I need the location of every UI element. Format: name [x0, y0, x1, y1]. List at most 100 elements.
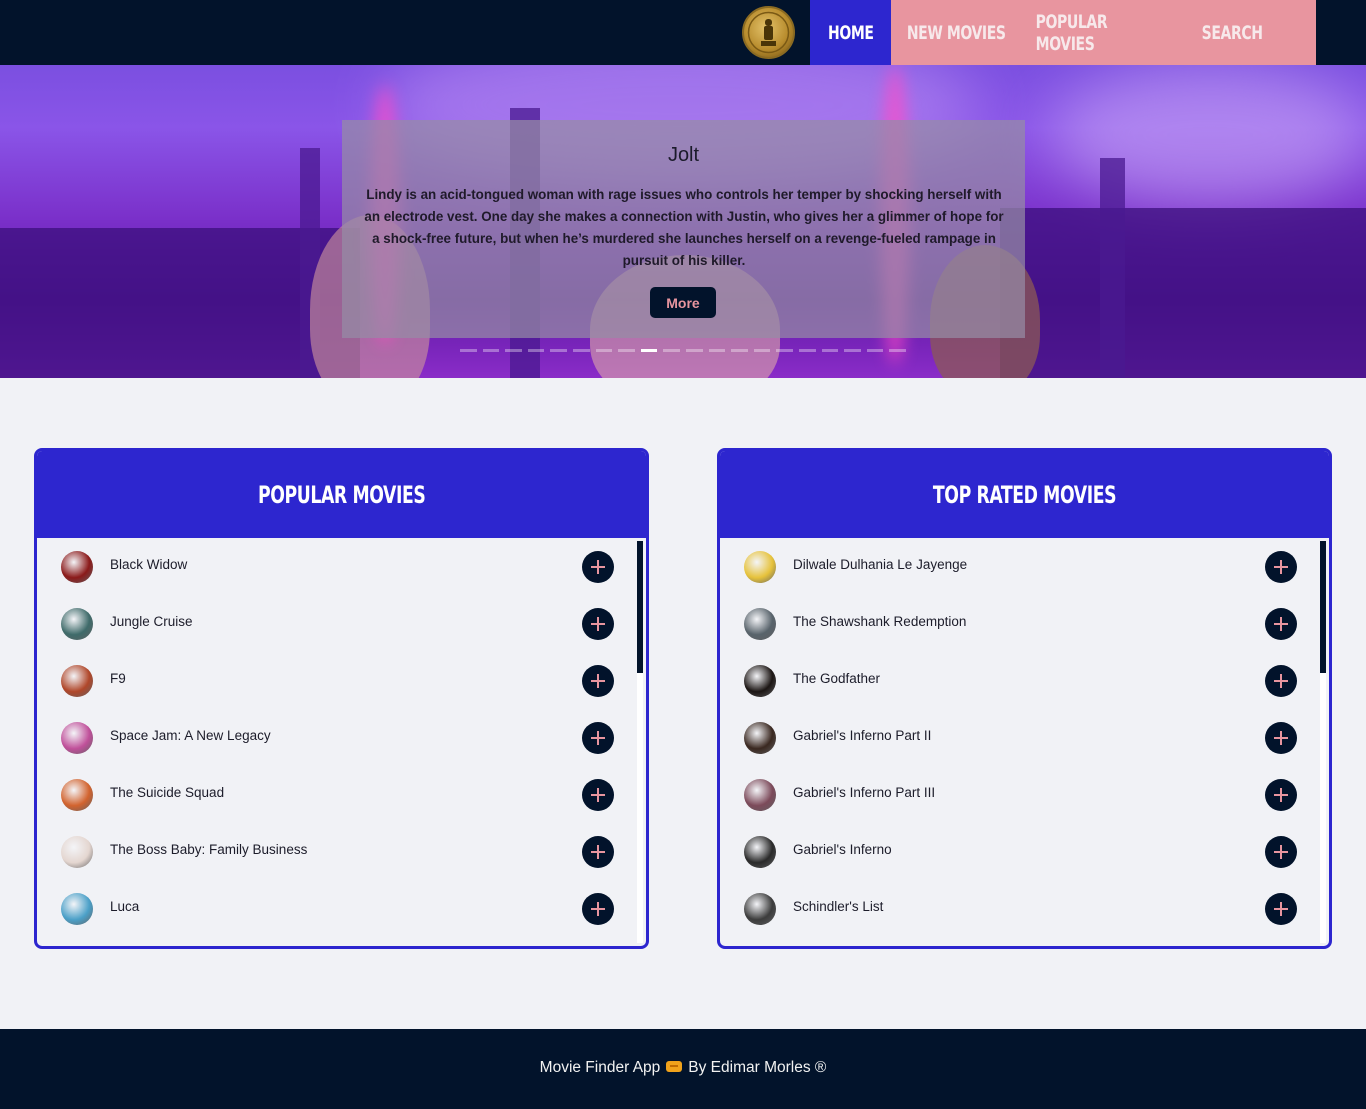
footer-author: By Edimar Morles	[688, 1059, 811, 1076]
movie-title[interactable]: Space Jam: A New Legacy	[110, 728, 271, 743]
nav-popular-movies-label: Popular Movies	[1035, 10, 1108, 55]
carousel-indicator[interactable]	[572, 349, 590, 352]
movie-title[interactable]: Dilwale Dulhania Le Jayenge	[793, 557, 967, 572]
more-button[interactable]: More	[650, 287, 716, 318]
trophy-logo-icon[interactable]	[742, 6, 795, 59]
add-plus-icon[interactable]	[582, 551, 614, 583]
movie-poster-thumbnail	[61, 722, 93, 754]
popular-movies-list[interactable]: Black Widow Jungle Cruise F9 Space Jam: A N…	[37, 538, 646, 943]
carousel-indicator[interactable]	[482, 349, 500, 352]
nav-home-label: Home	[827, 21, 874, 44]
carousel-indicator[interactable]	[618, 349, 635, 352]
add-plus-icon[interactable]	[582, 779, 614, 811]
navbar: Home New Movies Popular Movies Search	[0, 0, 1366, 65]
movie-list-item[interactable]: Black Widow	[37, 538, 646, 595]
carousel-indicator[interactable]	[798, 349, 816, 352]
movie-list-item[interactable]: Space Jam: A New Legacy	[37, 709, 646, 766]
movie-poster-thumbnail	[61, 608, 93, 640]
carousel-indicator[interactable]	[889, 349, 906, 352]
movie-title[interactable]: Jungle Cruise	[110, 614, 193, 629]
popular-movies-title: Popular Movies	[257, 480, 426, 509]
movie-poster-thumbnail	[744, 893, 776, 925]
add-plus-icon[interactable]	[1265, 608, 1297, 640]
movie-poster-thumbnail	[744, 608, 776, 640]
movie-title[interactable]: Gabriel's Inferno Part II	[793, 728, 931, 743]
movie-title[interactable]: Gabriel's Inferno Part III	[793, 785, 935, 800]
movie-title[interactable]: Schindler's List	[793, 899, 883, 914]
movie-list-item[interactable]: The Godfather	[720, 652, 1329, 709]
movie-list-item[interactable]: The Boss Baby: Family Business	[37, 823, 646, 880]
movie-poster-thumbnail	[61, 551, 93, 583]
movie-poster-thumbnail	[744, 665, 776, 697]
nav-menu: Home New Movies Popular Movies Search	[810, 0, 1316, 65]
top-rated-scroll-thumb[interactable]	[1320, 541, 1326, 673]
movie-title[interactable]: Gabriel's Inferno	[793, 842, 892, 857]
movie-list-item[interactable]: Gabriel's Inferno Part III	[720, 766, 1329, 823]
carousel-indicator[interactable]	[550, 349, 567, 352]
popular-scrollbar[interactable]	[637, 541, 643, 943]
carousel-indicators	[460, 348, 906, 354]
nav-search[interactable]: Search	[1184, 0, 1280, 65]
movie-title[interactable]: The Shawshank Redemption	[793, 614, 966, 629]
add-plus-icon[interactable]	[582, 722, 614, 754]
carousel-indicator[interactable]	[753, 349, 771, 352]
add-plus-icon[interactable]	[1265, 779, 1297, 811]
add-plus-icon[interactable]	[1265, 893, 1297, 925]
add-plus-icon[interactable]	[582, 836, 614, 868]
movie-title[interactable]: The Suicide Squad	[110, 785, 224, 800]
add-plus-icon[interactable]	[1265, 722, 1297, 754]
movie-title[interactable]: Black Widow	[110, 557, 187, 572]
popular-movies-header: Popular Movies	[37, 451, 646, 538]
carousel-indicator[interactable]	[640, 349, 658, 352]
movie-title[interactable]: The Boss Baby: Family Business	[110, 842, 307, 857]
carousel-indicator[interactable]	[844, 349, 861, 352]
movie-list-item[interactable]: The Suicide Squad	[37, 766, 646, 823]
add-plus-icon[interactable]	[582, 608, 614, 640]
top-rated-movies-header: Top Rated Movies	[720, 451, 1329, 538]
add-plus-icon[interactable]	[582, 665, 614, 697]
carousel-indicator[interactable]	[663, 349, 680, 352]
top-rated-movies-title: Top Rated Movies	[932, 480, 1117, 509]
carousel-indicator[interactable]	[460, 349, 477, 352]
carousel-indicator[interactable]	[821, 349, 839, 352]
nav-popular-movies[interactable]: Popular Movies	[1021, 0, 1184, 65]
movie-list-item[interactable]: Luca	[37, 880, 646, 937]
top-rated-scrollbar[interactable]	[1320, 541, 1326, 943]
movie-list-item[interactable]: F9	[37, 652, 646, 709]
movie-title[interactable]: F9	[110, 671, 126, 686]
ticket-icon	[666, 1060, 683, 1072]
add-plus-icon[interactable]	[1265, 551, 1297, 583]
hero-carousel[interactable]: Jolt Lindy is an acid-tongued woman with…	[0, 65, 1366, 378]
hero-title: Jolt	[667, 144, 700, 166]
movie-list-item[interactable]: The Shawshank Redemption	[720, 595, 1329, 652]
movie-list-item[interactable]: Gabriel's Inferno Part II	[720, 709, 1329, 766]
footer-registered-mark: ®	[814, 1059, 827, 1076]
carousel-indicator[interactable]	[595, 349, 613, 352]
top-rated-movies-list[interactable]: Dilwale Dulhania Le Jayenge The Shawshank…	[720, 538, 1329, 943]
movie-list-item[interactable]: Dilwale Dulhania Le Jayenge	[720, 538, 1329, 595]
movie-poster-thumbnail	[744, 551, 776, 583]
carousel-indicator[interactable]	[731, 349, 748, 352]
hero-overview: Lindy is an acid-tongued woman with rage…	[364, 187, 1004, 268]
nav-search-label: Search	[1201, 21, 1263, 44]
add-plus-icon[interactable]	[1265, 665, 1297, 697]
top-rated-movies-card: Top Rated Movies Dilwale Dulhania Le Jay…	[717, 448, 1332, 949]
movie-poster-thumbnail	[61, 893, 93, 925]
movie-title[interactable]: The Godfather	[793, 671, 880, 686]
add-plus-icon[interactable]	[1265, 836, 1297, 868]
carousel-indicator[interactable]	[708, 349, 726, 352]
carousel-indicator[interactable]	[866, 349, 884, 352]
nav-home[interactable]: Home	[810, 0, 891, 65]
movie-title[interactable]: Luca	[110, 899, 139, 914]
movie-list-item[interactable]: Jungle Cruise	[37, 595, 646, 652]
carousel-indicator[interactable]	[505, 349, 522, 352]
movie-list-item[interactable]: Gabriel's Inferno	[720, 823, 1329, 880]
carousel-indicator[interactable]	[685, 349, 703, 352]
carousel-indicator[interactable]	[776, 349, 793, 352]
popular-scroll-thumb[interactable]	[637, 541, 643, 673]
nav-new-movies[interactable]: New Movies	[891, 0, 1021, 65]
movie-list-item[interactable]: Schindler's List	[720, 880, 1329, 937]
nav-new-movies-label: New Movies	[906, 21, 1006, 44]
add-plus-icon[interactable]	[582, 893, 614, 925]
carousel-indicator[interactable]	[527, 349, 545, 352]
